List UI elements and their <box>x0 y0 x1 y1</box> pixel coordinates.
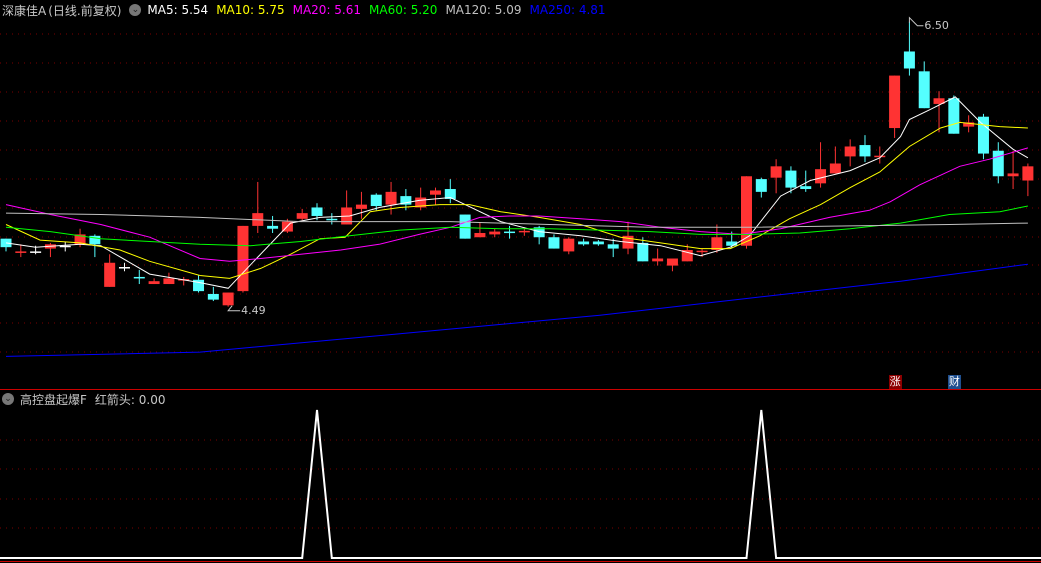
candle-body <box>992 150 1004 177</box>
candle-body <box>163 278 175 285</box>
candle-body <box>829 163 841 174</box>
candle-body <box>504 231 516 234</box>
candle-body <box>104 262 116 287</box>
candle-body <box>770 166 782 178</box>
candle-body <box>518 230 530 233</box>
candle-body <box>755 179 767 192</box>
chevron-down-icon[interactable]: ⌄ <box>129 4 142 16</box>
ma-line-ma120 <box>5 212 1028 228</box>
candle-body <box>844 146 856 157</box>
candle-body <box>267 225 279 229</box>
ma250-label: MA250: 4.81 <box>529 3 606 17</box>
candle-body <box>15 251 27 253</box>
high-marker-arrow <box>908 16 924 27</box>
candle-body <box>296 213 308 219</box>
candle-body <box>711 237 723 250</box>
candle-body <box>903 51 915 69</box>
indicator-name: 高控盘起爆F <box>20 392 87 407</box>
candle-body <box>666 258 678 266</box>
candle-body <box>429 190 441 195</box>
candle-body <box>1022 166 1034 181</box>
candle-body <box>385 191 397 205</box>
candle-body <box>889 75 901 129</box>
ma-line-ma10 <box>5 121 1028 279</box>
candle-body <box>118 267 130 269</box>
ma120-label: MA120: 5.09 <box>445 3 522 17</box>
candle-body <box>548 237 560 249</box>
candle-body <box>1007 173 1019 177</box>
candle-body <box>370 194 382 207</box>
candle-body <box>326 218 338 221</box>
kline-chart[interactable] <box>0 0 1041 563</box>
candle-body <box>977 116 989 154</box>
candle-body <box>859 145 871 157</box>
candle-body <box>207 293 219 300</box>
low-price-label: 4.49 <box>241 303 266 317</box>
ma10-label: MA10: 5.75 <box>216 3 285 17</box>
indicator-line <box>0 409 1041 559</box>
indicator-legend: ⌄ 高控盘起爆F 红箭头: 0.00 <box>2 390 165 408</box>
low-marker-arrow <box>227 305 241 312</box>
main-legend: 深康佳A (日线.前复权) ⌄ MA5: 5.54 MA10: 5.75 MA2… <box>2 1 614 19</box>
ma-line-ma250 <box>5 263 1028 357</box>
candle-body <box>563 238 575 252</box>
candle-body <box>489 231 501 235</box>
ma60-label: MA60: 5.20 <box>369 3 438 17</box>
high-price-label: 6.50 <box>924 18 949 32</box>
candle-body <box>607 244 619 249</box>
candle-body <box>355 204 367 209</box>
candle-body <box>874 155 886 158</box>
candle-body <box>652 258 664 262</box>
ma-line-ma20 <box>5 147 1029 262</box>
candle-body <box>148 281 160 285</box>
candle-body <box>785 170 797 188</box>
candle-body <box>637 242 649 262</box>
candle-body <box>474 232 486 238</box>
candle-body <box>30 251 42 253</box>
candle-body <box>222 292 234 306</box>
chevron-down-icon[interactable]: ⌄ <box>2 393 14 405</box>
candle-body <box>696 250 708 253</box>
candle-body <box>948 98 960 134</box>
candle-body <box>800 186 812 190</box>
badge-cai[interactable]: 财 <box>947 375 961 389</box>
candle-body <box>918 71 930 109</box>
candle-body <box>578 241 590 245</box>
candle-body <box>592 241 604 245</box>
candle-body <box>311 207 323 216</box>
candle-body <box>133 276 145 279</box>
candle-body <box>459 214 471 239</box>
stock-name: 深康佳A <box>2 3 47 18</box>
period-label: (日线.前复权) <box>48 3 122 18</box>
ma5-label: MA5: 5.54 <box>147 3 209 17</box>
ma-line-ma5 <box>5 96 1029 289</box>
ma20-label: MA20: 5.61 <box>292 3 362 17</box>
indicator-value: 红箭头: 0.00 <box>94 392 166 407</box>
candle-body <box>815 169 827 184</box>
candle-body <box>237 225 249 292</box>
badge-zhang[interactable]: 涨 <box>888 375 902 389</box>
